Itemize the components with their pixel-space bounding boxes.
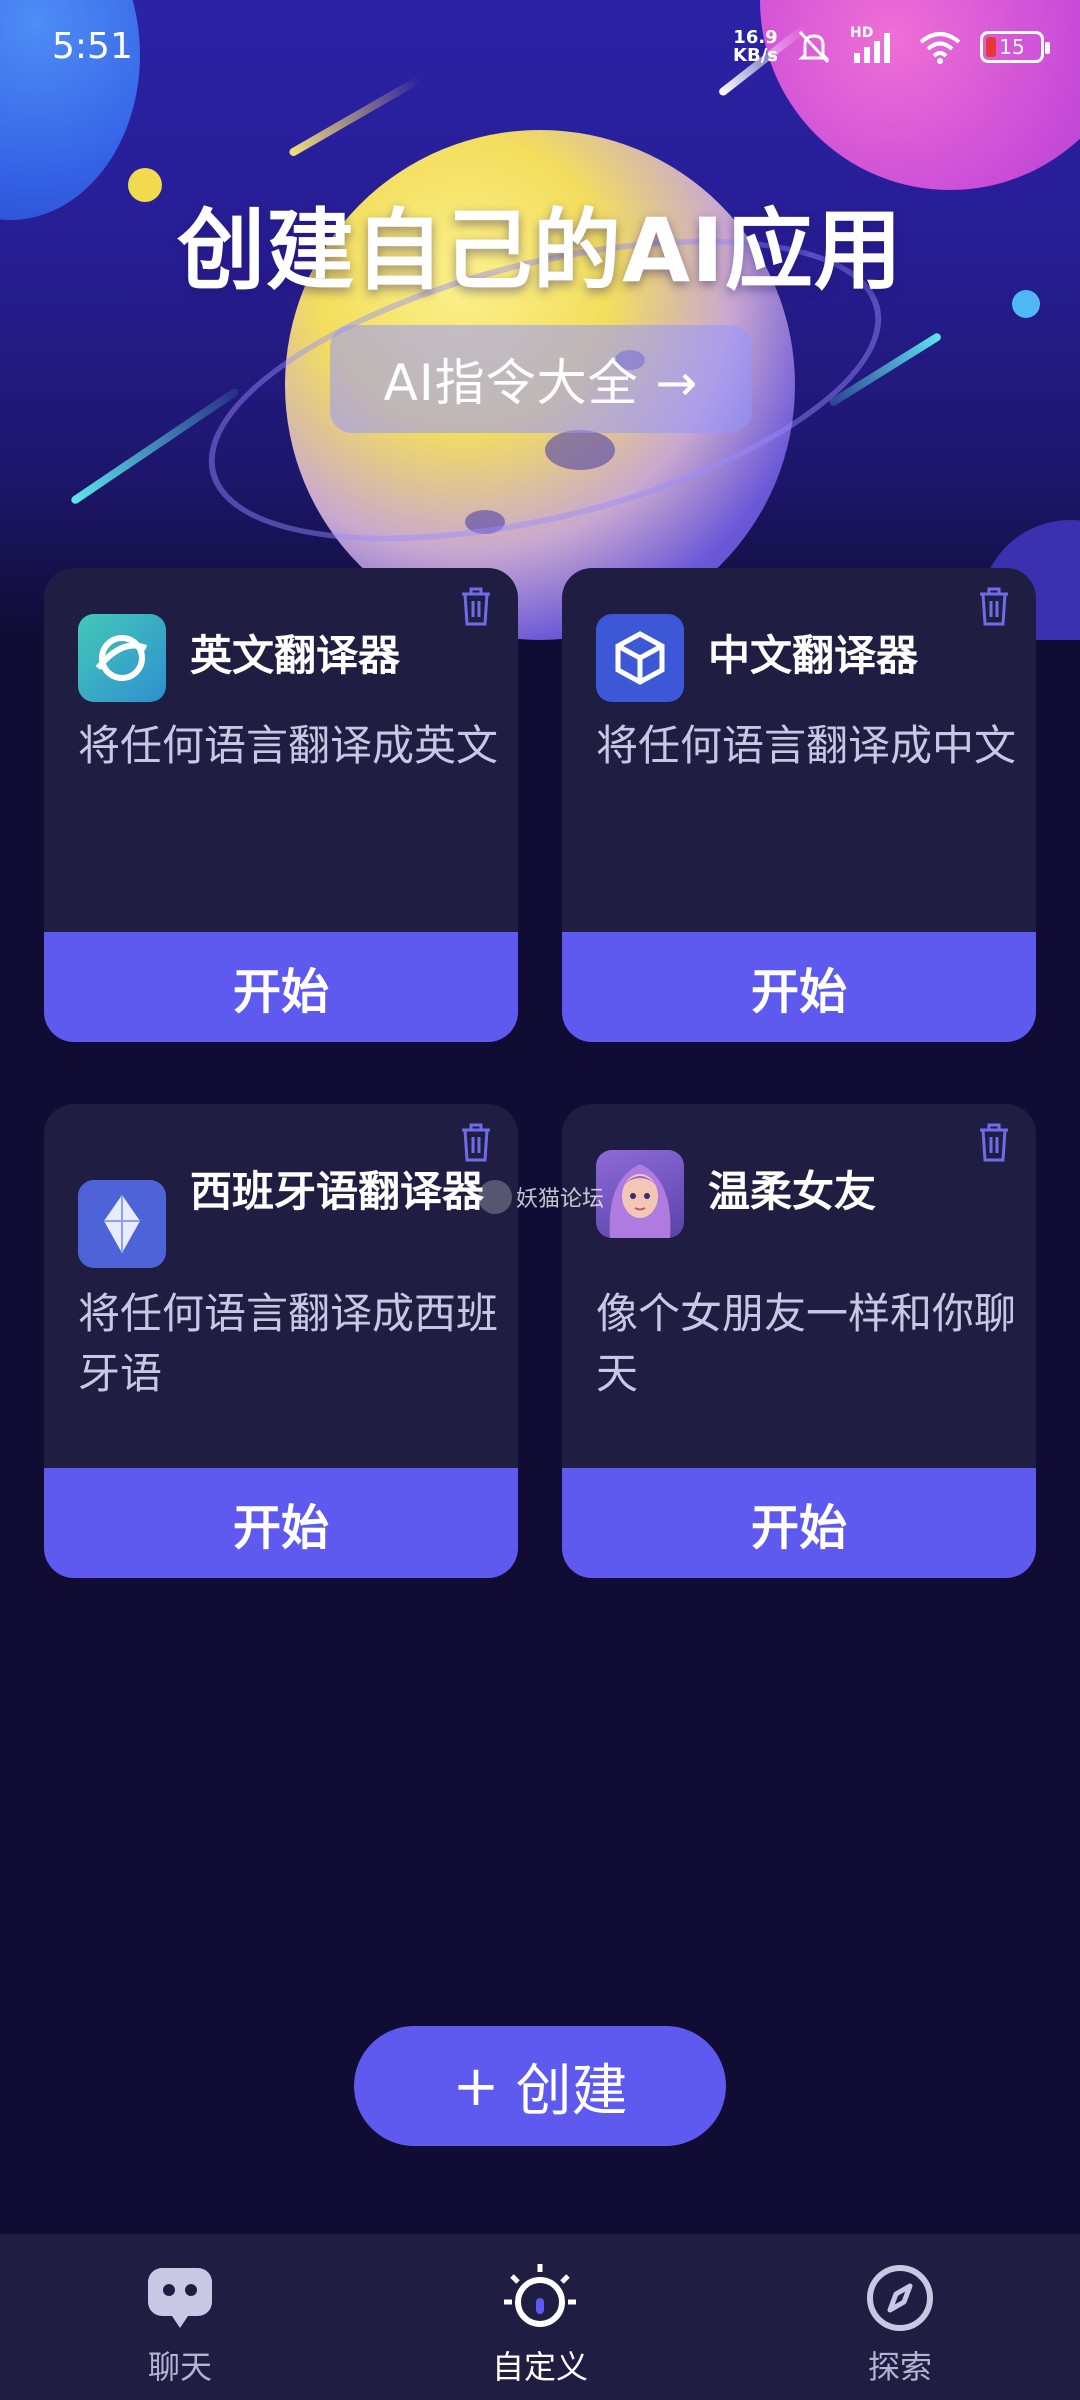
card-description: 将任何语言翻译成中文 bbox=[596, 721, 1017, 770]
network-speed: 16.9 KB/s bbox=[733, 29, 778, 65]
nav-label: 聊天 bbox=[147, 2348, 212, 2386]
start-button[interactable]: 开始 bbox=[562, 932, 1036, 1042]
start-button[interactable]: 开始 bbox=[44, 1468, 518, 1578]
status-bar: 5:51 16.9 KB/s HD 15 bbox=[0, 0, 1080, 100]
card-description: 将任何语言翻译成英文 bbox=[78, 721, 499, 770]
card-title: 中文翻译器 bbox=[708, 631, 919, 680]
battery-icon: 15 bbox=[980, 31, 1050, 63]
start-button[interactable]: 开始 bbox=[562, 1468, 1036, 1578]
nav-item-chat[interactable]: 聊天 bbox=[80, 2262, 280, 2388]
hero-title: 创建自己的AI应用 bbox=[177, 199, 903, 302]
nav-label: 探索 bbox=[867, 2348, 932, 2386]
card-description: 像个女朋友一样和你聊天 bbox=[596, 1289, 1017, 1398]
bell-off-icon bbox=[798, 30, 830, 64]
nav-item-explore[interactable]: 探索 bbox=[800, 2262, 1000, 2388]
girl-avatar bbox=[596, 1150, 684, 1238]
watermark-text: 妖猫论坛 bbox=[516, 1187, 605, 1212]
nav-item-custom[interactable]: 自定义 bbox=[440, 2262, 640, 2388]
nav-label: 自定义 bbox=[491, 2348, 588, 2386]
app-card: 英文翻译器 将任何语言翻译成英文 开始 bbox=[44, 568, 518, 1042]
cube-icon bbox=[596, 614, 684, 702]
delete-icon[interactable] bbox=[974, 1120, 1014, 1164]
card-title: 温柔女友 bbox=[708, 1167, 877, 1216]
card-title: 西班牙语翻译器 bbox=[190, 1167, 485, 1216]
delete-icon[interactable] bbox=[974, 584, 1014, 628]
start-button[interactable]: 开始 bbox=[44, 932, 518, 1042]
card-title: 英文翻译器 bbox=[190, 631, 401, 680]
create-button-label: 创建 bbox=[515, 2058, 628, 2124]
chat-bot-icon bbox=[148, 2268, 212, 2328]
bulb-icon bbox=[504, 2264, 576, 2327]
app-card: 温柔女友 像个女朋友一样和你聊天 开始 bbox=[562, 1104, 1036, 1578]
network-speed-unit: KB/s bbox=[733, 45, 778, 66]
cellular-signal-icon: HD bbox=[850, 25, 900, 65]
app-card: 中文翻译器 将任何语言翻译成中文 开始 bbox=[562, 568, 1036, 1042]
crystal-icon bbox=[78, 1180, 166, 1268]
delete-icon[interactable] bbox=[456, 584, 496, 628]
card-description: 将任何语言翻译成西班牙语 bbox=[78, 1289, 499, 1398]
app-card: 西班牙语翻译器 将任何语言翻译成西班牙语 开始 bbox=[44, 1104, 518, 1578]
globe-translate-icon bbox=[78, 614, 166, 702]
watermark-logo-icon bbox=[478, 1180, 512, 1214]
create-button[interactable]: + 创建 bbox=[354, 2026, 726, 2146]
compass-icon bbox=[867, 2265, 933, 2331]
status-time: 5:51 bbox=[52, 26, 133, 67]
ai-prompts-button[interactable]: AI指令大全 → bbox=[330, 325, 752, 433]
bottom-navigation: 聊天 自定义 探索 bbox=[0, 2234, 1080, 2400]
delete-icon[interactable] bbox=[456, 1120, 496, 1164]
wifi-icon bbox=[919, 32, 961, 64]
watermark: 妖猫论坛 bbox=[478, 1180, 604, 1214]
plus-icon: + bbox=[452, 2053, 500, 2119]
battery-level: 15 bbox=[999, 35, 1025, 59]
